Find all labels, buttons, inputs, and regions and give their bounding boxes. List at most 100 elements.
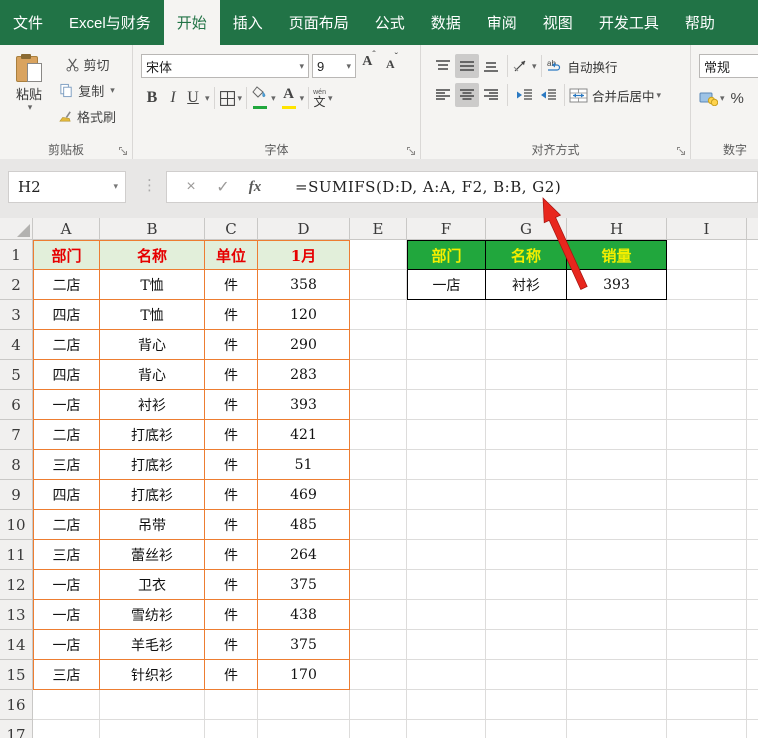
cell-B4[interactable]: 背心 xyxy=(100,330,205,360)
cell-G7[interactable] xyxy=(486,420,567,450)
row-header-11[interactable]: 11 xyxy=(0,540,33,570)
cell-I16[interactable] xyxy=(667,690,747,720)
cell-G14[interactable] xyxy=(486,630,567,660)
column-header-G[interactable]: G xyxy=(486,218,567,240)
cell-E13[interactable] xyxy=(350,600,407,630)
cell-E3[interactable] xyxy=(350,300,407,330)
row-header-13[interactable]: 13 xyxy=(0,600,33,630)
cell-H7[interactable] xyxy=(567,420,667,450)
tab-help[interactable]: 帮助 xyxy=(672,0,728,45)
cell-I10[interactable] xyxy=(667,510,747,540)
tab-excel-finance[interactable]: Excel与财务 xyxy=(56,0,164,45)
cell-A8[interactable]: 三店 xyxy=(33,450,100,480)
row-header-17[interactable]: 17 xyxy=(0,720,33,738)
shrink-font-button[interactable]: A ˇ xyxy=(382,52,402,78)
align-center-button[interactable] xyxy=(455,83,479,107)
cell-A16[interactable] xyxy=(33,690,100,720)
cell-H13[interactable] xyxy=(567,600,667,630)
accounting-format-button[interactable]: ▾ xyxy=(699,86,725,110)
cell-H8[interactable] xyxy=(567,450,667,480)
row-header-5[interactable]: 5 xyxy=(0,360,33,390)
cell-J7[interactable] xyxy=(747,420,758,450)
cell-D17[interactable] xyxy=(258,720,350,738)
underline-button[interactable]: U xyxy=(183,86,203,110)
cell-E16[interactable] xyxy=(350,690,407,720)
cell-G3[interactable] xyxy=(486,300,567,330)
cell-H15[interactable] xyxy=(567,660,667,690)
cell-C2[interactable]: 件 xyxy=(205,270,258,300)
cell-A12[interactable]: 一店 xyxy=(33,570,100,600)
cell-H14[interactable] xyxy=(567,630,667,660)
cell-J12[interactable] xyxy=(747,570,758,600)
tab-data[interactable]: 数据 xyxy=(418,0,474,45)
column-header-A[interactable]: A xyxy=(33,218,100,240)
cell-I2[interactable] xyxy=(667,270,747,300)
cell-E6[interactable] xyxy=(350,390,407,420)
cell-G8[interactable] xyxy=(486,450,567,480)
cell-C3[interactable]: 件 xyxy=(205,300,258,330)
cell-C15[interactable]: 件 xyxy=(205,660,258,690)
italic-button[interactable]: I xyxy=(163,86,183,110)
select-all-corner[interactable] xyxy=(0,218,33,240)
grow-font-button[interactable]: A ˆ xyxy=(359,50,379,78)
cell-H9[interactable] xyxy=(567,480,667,510)
cell-D11[interactable]: 264 xyxy=(258,540,350,570)
format-painter-button[interactable]: 格式刷 xyxy=(58,107,116,126)
cell-C9[interactable]: 件 xyxy=(205,480,258,510)
cell-J3[interactable] xyxy=(747,300,758,330)
cell-C14[interactable]: 件 xyxy=(205,630,258,660)
cell-B15[interactable]: 针织衫 xyxy=(100,660,205,690)
cell-B1[interactable]: 名称 xyxy=(100,240,205,270)
font-name-select[interactable]: 宋体 ▾ xyxy=(141,54,309,78)
column-header-partial[interactable] xyxy=(747,218,758,240)
cell-B13[interactable]: 雪纺衫 xyxy=(100,600,205,630)
cell-B9[interactable]: 打底衫 xyxy=(100,480,205,510)
cell-A3[interactable]: 四店 xyxy=(33,300,100,330)
cell-F1[interactable]: 部门 xyxy=(407,240,486,270)
cell-D8[interactable]: 51 xyxy=(258,450,350,480)
row-header-4[interactable]: 4 xyxy=(0,330,33,360)
cell-D9[interactable]: 469 xyxy=(258,480,350,510)
column-header-B[interactable]: B xyxy=(100,218,205,240)
cell-F7[interactable] xyxy=(407,420,486,450)
cell-B5[interactable]: 背心 xyxy=(100,360,205,390)
cell-A7[interactable]: 二店 xyxy=(33,420,100,450)
cell-C13[interactable]: 件 xyxy=(205,600,258,630)
cell-E11[interactable] xyxy=(350,540,407,570)
fill-color-button[interactable]: ▾ xyxy=(251,86,276,110)
cell-D4[interactable]: 290 xyxy=(258,330,350,360)
cell-A15[interactable]: 三店 xyxy=(33,660,100,690)
cell-C1[interactable]: 单位 xyxy=(205,240,258,270)
row-header-1[interactable]: 1 xyxy=(0,240,33,270)
cell-D12[interactable]: 375 xyxy=(258,570,350,600)
cell-B6[interactable]: 衬衫 xyxy=(100,390,205,420)
cell-B12[interactable]: 卫衣 xyxy=(100,570,205,600)
cell-G5[interactable] xyxy=(486,360,567,390)
cell-I4[interactable] xyxy=(667,330,747,360)
cell-A13[interactable]: 一店 xyxy=(33,600,100,630)
row-header-9[interactable]: 9 xyxy=(0,480,33,510)
bold-button[interactable]: B xyxy=(141,86,163,110)
cell-J1[interactable] xyxy=(747,240,758,270)
enter-check-icon[interactable]: ✓ xyxy=(207,177,239,197)
tab-developer[interactable]: 开发工具 xyxy=(586,0,672,45)
cell-G12[interactable] xyxy=(486,570,567,600)
merge-center-button[interactable]: 合并后居中 ▾ xyxy=(569,83,661,107)
cell-J2[interactable] xyxy=(747,270,758,300)
cell-F15[interactable] xyxy=(407,660,486,690)
cell-I9[interactable] xyxy=(667,480,747,510)
cell-D3[interactable]: 120 xyxy=(258,300,350,330)
cell-E17[interactable] xyxy=(350,720,407,738)
row-header-8[interactable]: 8 xyxy=(0,450,33,480)
cell-C8[interactable]: 件 xyxy=(205,450,258,480)
cell-G6[interactable] xyxy=(486,390,567,420)
clipboard-dialog-launcher-icon[interactable] xyxy=(117,145,129,157)
cell-E8[interactable] xyxy=(350,450,407,480)
cell-F17[interactable] xyxy=(407,720,486,738)
cell-C5[interactable]: 件 xyxy=(205,360,258,390)
cell-E7[interactable] xyxy=(350,420,407,450)
cell-H5[interactable] xyxy=(567,360,667,390)
cell-A4[interactable]: 二店 xyxy=(33,330,100,360)
copy-button[interactable]: 复制 ▾ xyxy=(58,81,116,100)
cell-H10[interactable] xyxy=(567,510,667,540)
